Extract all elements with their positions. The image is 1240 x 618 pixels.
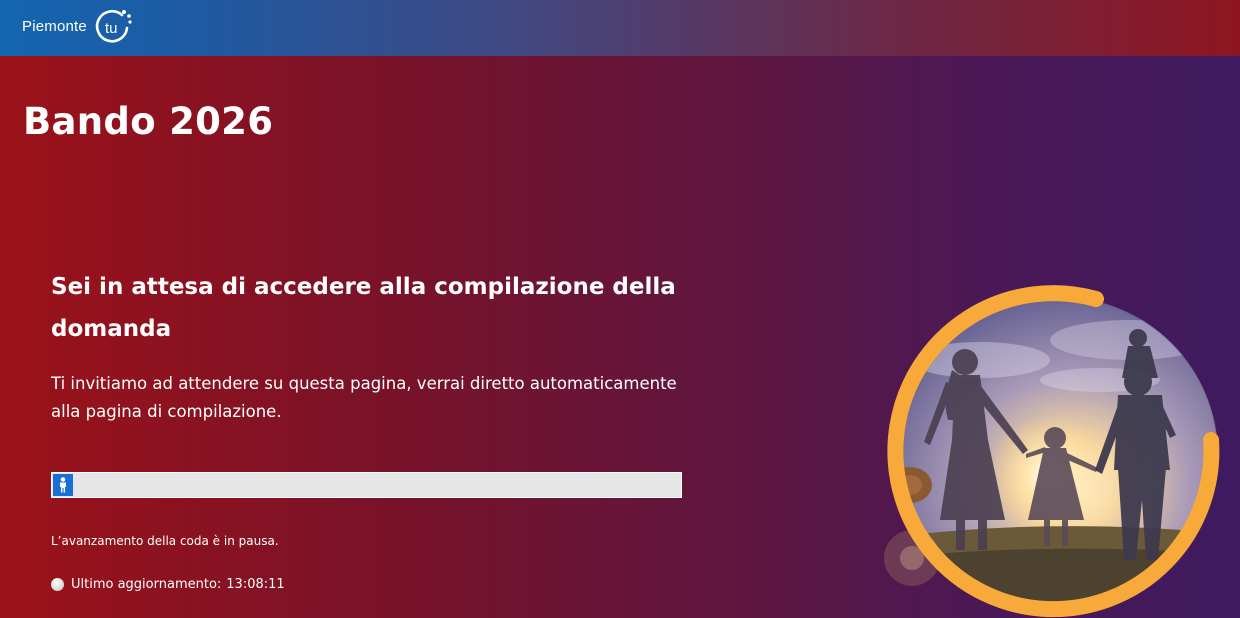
top-bar: Piemonte tu [0, 0, 1240, 56]
page-title: Bando 2026 [23, 100, 274, 143]
queue-progress-bar [51, 472, 682, 498]
queue-status-text: L’avanzamento della coda è in pausa. [51, 534, 279, 548]
page: Piemonte tu Bando 2026 Sei in attesa di … [0, 0, 1240, 618]
last-update-label: Ultimo aggiornamento: [71, 577, 222, 592]
waiting-heading: Sei in attesa di accedere alla compilazi… [51, 274, 676, 342]
logo-mark-text: tu [105, 20, 118, 37]
last-update-time: 13:08:11 [226, 577, 285, 592]
waiting-description: Ti invitiamo ad attendere su questa pagi… [51, 374, 677, 421]
family-sunset-image [884, 285, 1220, 618]
last-update: Ultimo aggiornamento: 13:08:11 [51, 577, 285, 592]
logo-text: Piemonte [22, 17, 87, 35]
logo-mark-icon: tu [95, 10, 132, 43]
person-icon [53, 474, 73, 496]
piemonte-tu-logo[interactable]: Piemonte tu [22, 6, 135, 46]
status-dot-icon [51, 578, 64, 591]
